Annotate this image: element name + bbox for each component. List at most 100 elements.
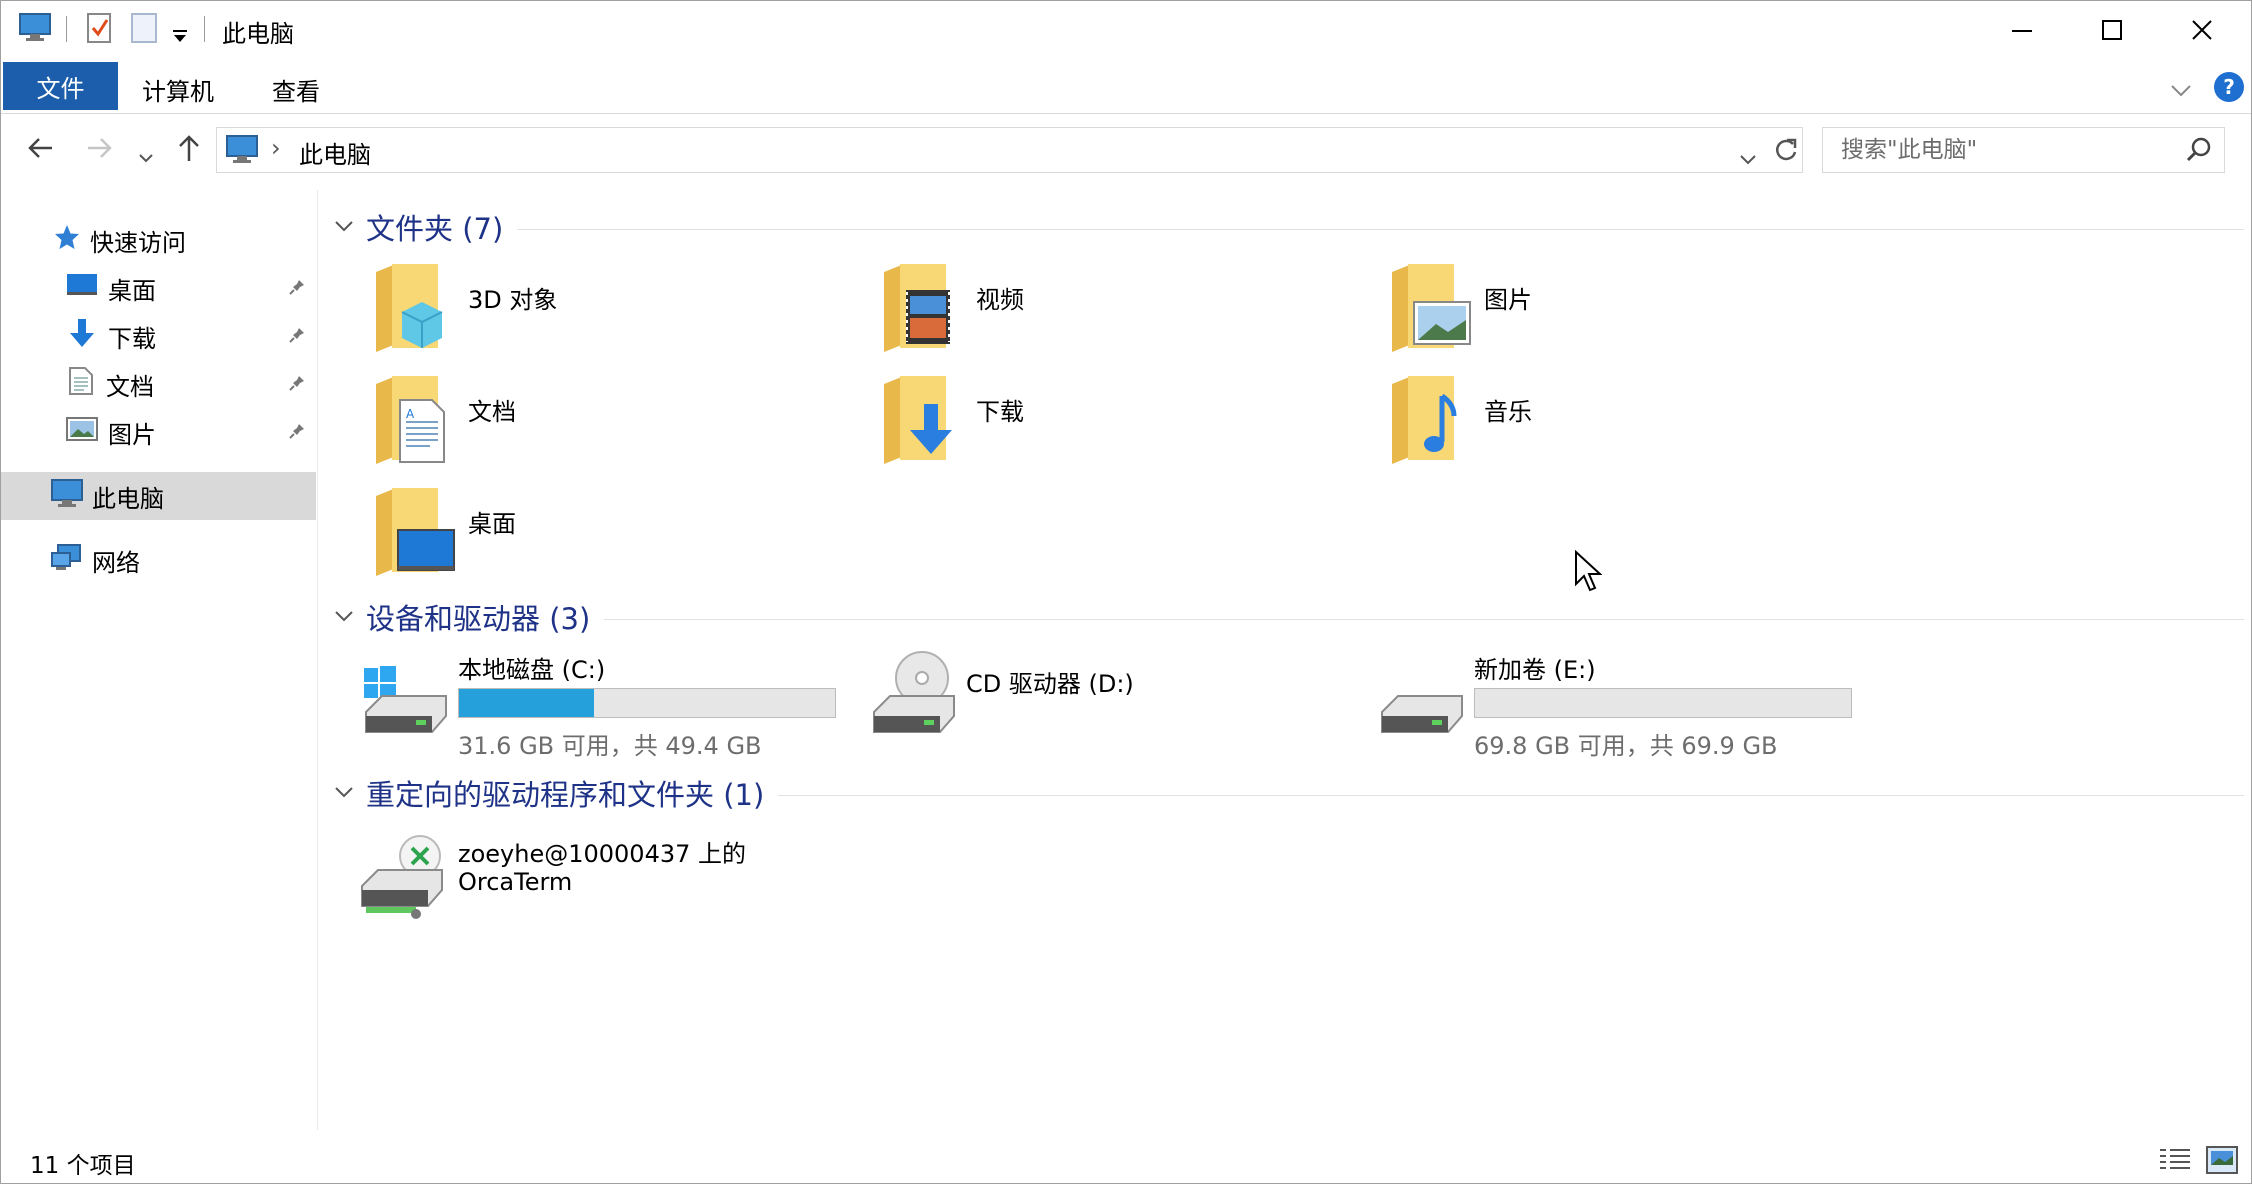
sidebar-item-label: 此电脑 <box>92 484 164 513</box>
breadcrumb-separator[interactable]: › <box>271 134 281 162</box>
forward-arrow-icon[interactable] <box>84 133 114 169</box>
drive-free-space: 69.8 GB 可用，共 69.9 GB <box>1474 732 1778 760</box>
drive-free-space: 31.6 GB 可用，共 49.4 GB <box>458 732 762 760</box>
sidebar-item-network[interactable]: 网络 <box>0 536 316 584</box>
drive-e[interactable]: 新加卷 (E:) 69.8 GB 可用，共 69.9 GB <box>1378 650 1878 760</box>
sidebar-item-label: 桌面 <box>108 276 156 305</box>
network-icon <box>50 541 84 579</box>
drive-label: CD 驱动器 (D:) <box>966 670 1134 698</box>
folder-downloads[interactable]: 下载 <box>880 374 1360 474</box>
pin-icon[interactable] <box>288 370 306 398</box>
close-icon <box>2192 20 2212 40</box>
item-count: 11 个项目 <box>30 1153 136 1179</box>
refresh-icon[interactable] <box>1773 136 1799 170</box>
network-drive-orcaterm[interactable]: zoeyhe@10000437 上的 OrcaTerm <box>356 834 856 954</box>
folder-label: 下载 <box>976 398 1024 426</box>
breadcrumb-this-pc[interactable]: 此电脑 <box>299 135 371 170</box>
new-folder-icon[interactable] <box>130 12 158 50</box>
sidebar-item-desktop[interactable]: 桌面 <box>0 264 316 312</box>
up-arrow-icon[interactable] <box>174 133 204 169</box>
drive-label: 本地磁盘 (C:) <box>458 656 606 684</box>
computer-icon <box>18 12 52 48</box>
folder-music[interactable]: 音乐 <box>1388 374 1868 474</box>
sidebar-item-label: 网络 <box>92 548 140 577</box>
address-bar[interactable]: › 此电脑 <box>216 127 1803 173</box>
desktop-icon <box>66 272 98 304</box>
expand-ribbon-chevron-icon[interactable] <box>2170 76 2192 104</box>
tab-view[interactable]: 查看 <box>272 72 320 107</box>
recent-locations-chevron-icon[interactable] <box>138 143 154 171</box>
music-folder-icon <box>1388 374 1472 472</box>
mouse-cursor-icon <box>1574 549 1603 600</box>
folder-desktop[interactable]: 桌面 <box>372 486 852 586</box>
help-icon[interactable]: ? <box>2214 72 2244 102</box>
collapse-chevron-icon[interactable] <box>334 610 354 624</box>
folder-label: 桌面 <box>468 510 516 538</box>
drive-usage-bar <box>1474 688 1852 718</box>
folder-pictures[interactable]: 图片 <box>1388 262 1868 362</box>
documents-folder-icon: A <box>372 374 456 472</box>
back-arrow-icon[interactable] <box>26 133 56 169</box>
collapse-chevron-icon[interactable] <box>334 786 354 800</box>
network-drive-label-line1: zoeyhe@10000437 上的 <box>458 840 747 868</box>
minimize-button[interactable] <box>1976 0 2068 60</box>
minimize-icon <box>2012 30 2032 32</box>
status-bar: 11 个项目 <box>0 1138 2252 1184</box>
sidebar-item-this-pc[interactable]: 此电脑 <box>0 472 316 520</box>
folder-label: 音乐 <box>1484 398 1532 426</box>
folder-label: 3D 对象 <box>468 286 558 314</box>
computer-icon <box>50 478 84 514</box>
title-bar: 此电脑 <box>0 0 2252 60</box>
pin-icon[interactable] <box>288 418 306 446</box>
3d-objects-folder-icon <box>372 262 456 360</box>
address-history-chevron-icon[interactable] <box>1739 144 1757 172</box>
folder-videos[interactable]: 视频 <box>880 262 1360 362</box>
star-icon <box>52 222 82 258</box>
computer-icon <box>225 134 259 170</box>
details-view-icon[interactable] <box>2158 1146 2192 1178</box>
drive-label: 新加卷 (E:) <box>1474 656 1596 684</box>
close-button[interactable] <box>2156 0 2248 60</box>
pictures-icon <box>66 416 98 448</box>
sidebar-item-label: 图片 <box>108 420 156 449</box>
window-title: 此电脑 <box>222 20 294 48</box>
download-arrow-icon <box>66 317 98 355</box>
search-input[interactable] <box>1841 134 2171 166</box>
folder-documents[interactable]: A 文档 <box>372 374 852 474</box>
downloads-folder-icon <box>880 374 964 472</box>
group-header-folders[interactable]: 文件夹 (7) <box>334 206 2244 248</box>
hard-drive-icon <box>1378 662 1468 742</box>
ribbon-tabs: 文件 计算机 查看 <box>0 60 2252 114</box>
folder-label: 图片 <box>1484 286 1532 314</box>
group-title: 设备和驱动器 (3) <box>366 602 591 636</box>
maximize-icon <box>2102 20 2122 40</box>
sidebar-item-label: 快速访问 <box>90 228 186 257</box>
dropdown-arrow-icon[interactable] <box>172 22 188 50</box>
sidebar-item-documents[interactable]: 文档 <box>0 360 316 408</box>
videos-folder-icon <box>880 262 964 360</box>
search-icon[interactable] <box>2185 136 2213 170</box>
tab-computer[interactable]: 计算机 <box>142 72 214 107</box>
collapse-chevron-icon[interactable] <box>334 220 354 234</box>
search-box[interactable] <box>1822 127 2225 173</box>
desktop-folder-icon <box>372 486 456 584</box>
group-header-drives[interactable]: 设备和驱动器 (3) <box>334 596 2244 638</box>
pictures-folder-icon <box>1388 262 1472 360</box>
group-title: 文件夹 (7) <box>366 212 504 246</box>
drive-c[interactable]: 本地磁盘 (C:) 31.6 GB 可用，共 49.4 GB <box>362 650 862 760</box>
pin-icon[interactable] <box>288 322 306 350</box>
large-icons-view-icon[interactable] <box>2206 1146 2238 1180</box>
drive-usage-bar <box>458 688 836 718</box>
folder-3d-objects[interactable]: 3D 对象 <box>372 262 852 362</box>
sidebar-item-downloads[interactable]: 下载 <box>0 312 316 360</box>
properties-checkmark-icon[interactable] <box>86 12 114 50</box>
sidebar-item-quick-access[interactable]: 快速访问 <box>0 216 316 264</box>
maximize-button[interactable] <box>2066 0 2158 60</box>
sidebar-item-pictures[interactable]: 图片 <box>0 408 316 456</box>
tab-file[interactable]: 文件 <box>3 62 118 110</box>
drive-d[interactable]: CD 驱动器 (D:) <box>870 650 1370 760</box>
pin-icon[interactable] <box>288 274 306 302</box>
group-header-redirected[interactable]: 重定向的驱动程序和文件夹 (1) <box>334 772 2244 814</box>
navigation-pane: 快速访问 桌面 下载 文档 图片 此电脑 网络 <box>0 190 318 1130</box>
sidebar-item-label: 文档 <box>106 372 154 401</box>
